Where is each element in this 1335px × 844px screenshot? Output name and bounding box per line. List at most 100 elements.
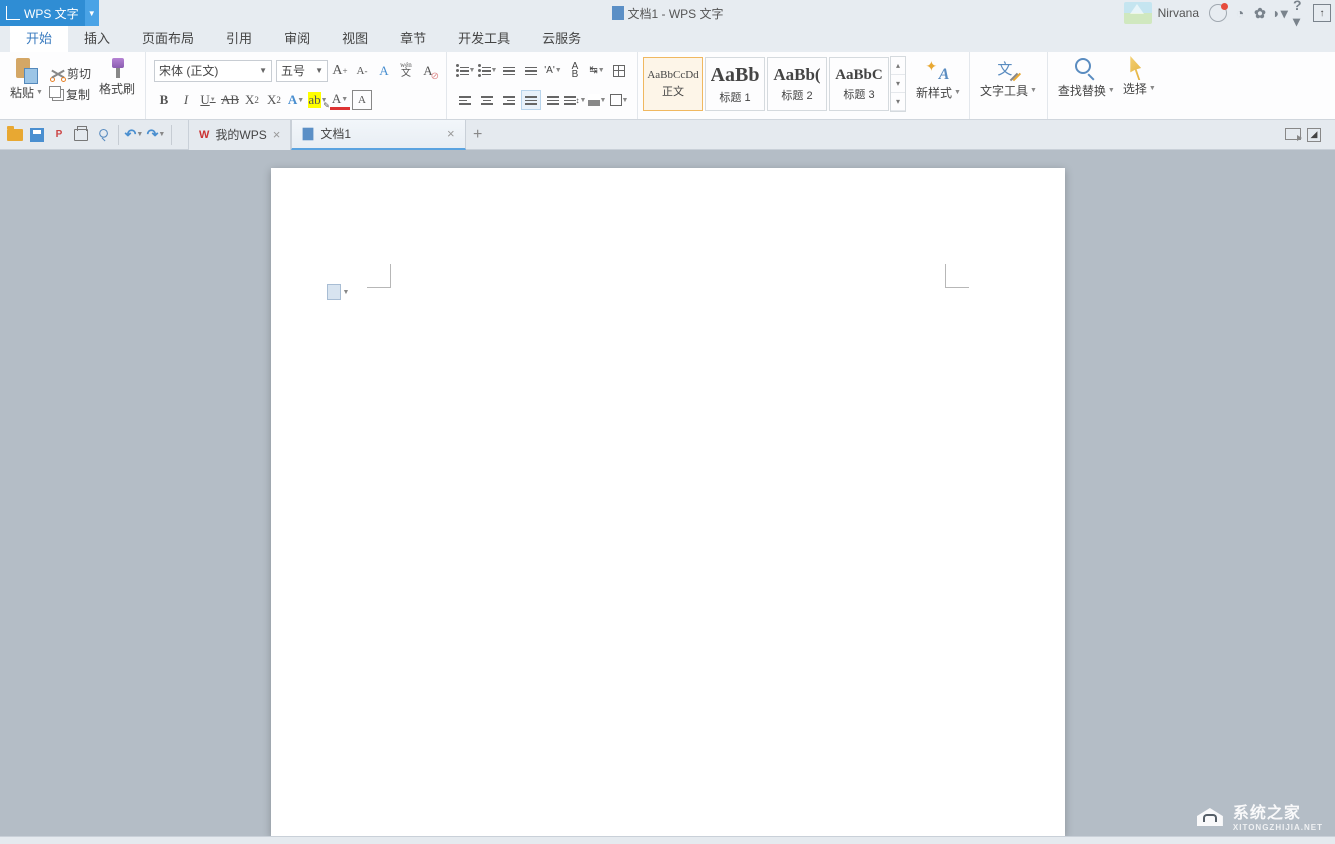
menu-tab-reference[interactable]: 引用 (210, 23, 268, 52)
user-avatar[interactable] (1124, 2, 1152, 24)
char-border-button[interactable]: A (352, 90, 372, 110)
save-button[interactable] (28, 126, 46, 144)
change-case-button[interactable]: A (374, 61, 394, 81)
style-heading2[interactable]: AaBb( 标题 2 (767, 57, 827, 111)
doc-icon (611, 6, 623, 20)
font-name-select[interactable]: 宋体 (正文)▼ (154, 60, 272, 82)
styles-expand[interactable]: ▴▾▾ (890, 56, 906, 112)
close-tab-icon[interactable]: × (447, 126, 455, 141)
line-spacing-button[interactable]: ↕▼ (565, 90, 585, 110)
collapse-tabs-button[interactable]: ◢ (1307, 128, 1321, 142)
print-icon (74, 129, 88, 141)
borders-button[interactable]: ▼ (609, 90, 629, 110)
text-tool-button[interactable]: 文字工具▼ (976, 54, 1041, 117)
print-button[interactable] (72, 126, 90, 144)
find-replace-button[interactable]: 查找替换▼ (1054, 54, 1119, 117)
strike-button[interactable]: AB (220, 90, 240, 110)
copy-button[interactable]: 复制 (52, 86, 90, 103)
find-icon (1073, 56, 1099, 82)
margin-corner-tl (367, 264, 391, 288)
separator (171, 125, 172, 145)
text-direction-button[interactable]: 'A'▼ (543, 61, 563, 81)
menu-tab-dev[interactable]: 开发工具 (442, 23, 526, 52)
select-button[interactable]: 选择▼ (1119, 54, 1160, 117)
highlight-button[interactable]: ab✎▼ (308, 90, 328, 110)
help-icon[interactable]: ?▾ (1293, 6, 1307, 20)
underline-button[interactable]: U▼ (198, 90, 218, 110)
ribbon-editing: 查找替换▼ 选择▼ (1048, 52, 1166, 119)
paste-icon (14, 56, 38, 84)
house-icon (1187, 798, 1227, 832)
increase-font-button[interactable]: A+ (330, 61, 350, 81)
skin-icon[interactable]: ◗▾ (1273, 6, 1287, 20)
align-left-button[interactable] (455, 90, 475, 110)
decrease-indent-button[interactable] (499, 61, 519, 81)
menu-tab-layout[interactable]: 页面布局 (126, 23, 210, 52)
cut-button[interactable]: 剪切 (51, 65, 91, 82)
export-pdf-button[interactable]: P (50, 126, 68, 144)
tab-button[interactable]: ↹▼ (587, 61, 607, 81)
align-center-button[interactable] (477, 90, 497, 110)
numbering-button[interactable]: ▼ (477, 61, 497, 81)
undo-button[interactable]: ↶▼ (125, 126, 143, 144)
align-right-button[interactable] (499, 90, 519, 110)
ribbon: 粘贴▼ 剪切 复制 格式刷 宋体 (正文)▼ 五号▼ A+ A- A wén文 … (0, 52, 1335, 120)
style-heading1[interactable]: AaBb 标题 1 (705, 57, 765, 111)
subscript-button[interactable]: X2 (264, 90, 284, 110)
new-style-button[interactable]: 新样式▼ (912, 56, 965, 115)
menu-tab-start[interactable]: 开始 (10, 22, 68, 52)
scissors-icon (51, 67, 65, 81)
pinyin-button[interactable]: wén文 (396, 61, 416, 81)
save-icon (30, 128, 44, 142)
minimize-ribbon-icon[interactable]: ↑ (1313, 4, 1331, 22)
menu-tab-view[interactable]: 视图 (326, 23, 384, 52)
table-button[interactable] (609, 61, 629, 81)
app-menu-dropdown[interactable]: ▼ (85, 0, 99, 26)
bullets-button[interactable]: ▼ (455, 61, 475, 81)
print-preview-button[interactable] (94, 126, 112, 144)
paste-button[interactable]: 粘贴▼ (6, 54, 47, 117)
shading-button[interactable]: ▼ (587, 90, 607, 110)
settings-icon[interactable]: ✿ (1253, 6, 1267, 20)
presentation-mode-button[interactable] (1285, 128, 1301, 140)
document-canvas[interactable]: ▼ (0, 150, 1335, 836)
menu-tab-cloud[interactable]: 云服务 (526, 23, 597, 52)
app-name: WPS 文字 (24, 5, 79, 22)
wps-w-icon (6, 6, 20, 20)
sync-icon[interactable] (1209, 4, 1227, 22)
italic-button[interactable]: I (176, 90, 196, 110)
sort-button[interactable]: AB (565, 61, 585, 81)
align-distribute-button[interactable] (543, 90, 563, 110)
style-normal[interactable]: AaBbCcDd 正文 (643, 57, 703, 111)
text-effects-button[interactable]: A▼ (286, 90, 306, 110)
document-tabs: W 我的WPS × 文档1 × + (188, 120, 490, 150)
quick-access-bar: P ↶▼ ↷▼ W 我的WPS × 文档1 × + ◢ (0, 120, 1335, 150)
redo-button[interactable]: ↷▼ (147, 126, 165, 144)
doc-tab-doc1[interactable]: 文档1 × (291, 120, 465, 150)
page[interactable]: ▼ (271, 168, 1065, 836)
cursor-icon (1130, 56, 1148, 80)
font-color-button[interactable]: A▼ (330, 90, 350, 110)
close-tab-icon[interactable]: × (273, 127, 281, 142)
open-button[interactable] (6, 126, 24, 144)
menu-tab-review[interactable]: 审阅 (268, 23, 326, 52)
status-bar (0, 836, 1335, 844)
align-justify-button[interactable] (521, 90, 541, 110)
user-name[interactable]: Nirvana (1158, 6, 1199, 20)
font-size-select[interactable]: 五号▼ (276, 60, 328, 82)
cloud-icon[interactable]: ◔ (1233, 6, 1247, 20)
menu-tab-insert[interactable]: 插入 (68, 23, 126, 52)
decrease-font-button[interactable]: A- (352, 61, 372, 81)
format-painter-button[interactable]: 格式刷 (95, 54, 139, 117)
ribbon-font: 宋体 (正文)▼ 五号▼ A+ A- A wén文 A⊘ B I U▼ AB X… (146, 52, 447, 119)
new-tab-button[interactable]: + (466, 120, 490, 150)
page-options-button[interactable]: ▼ (327, 284, 350, 300)
menu-tab-chapter[interactable]: 章节 (384, 23, 442, 52)
clear-format-button[interactable]: A⊘ (418, 61, 438, 81)
bold-button[interactable]: B (154, 90, 174, 110)
style-heading3[interactable]: AaBbC 标题 3 (829, 57, 889, 111)
increase-indent-button[interactable] (521, 61, 541, 81)
doc-tab-mywps[interactable]: W 我的WPS × (188, 120, 291, 150)
superscript-button[interactable]: X2 (242, 90, 262, 110)
menu-tabs: 开始 插入 页面布局 引用 审阅 视图 章节 开发工具 云服务 (0, 26, 1335, 52)
